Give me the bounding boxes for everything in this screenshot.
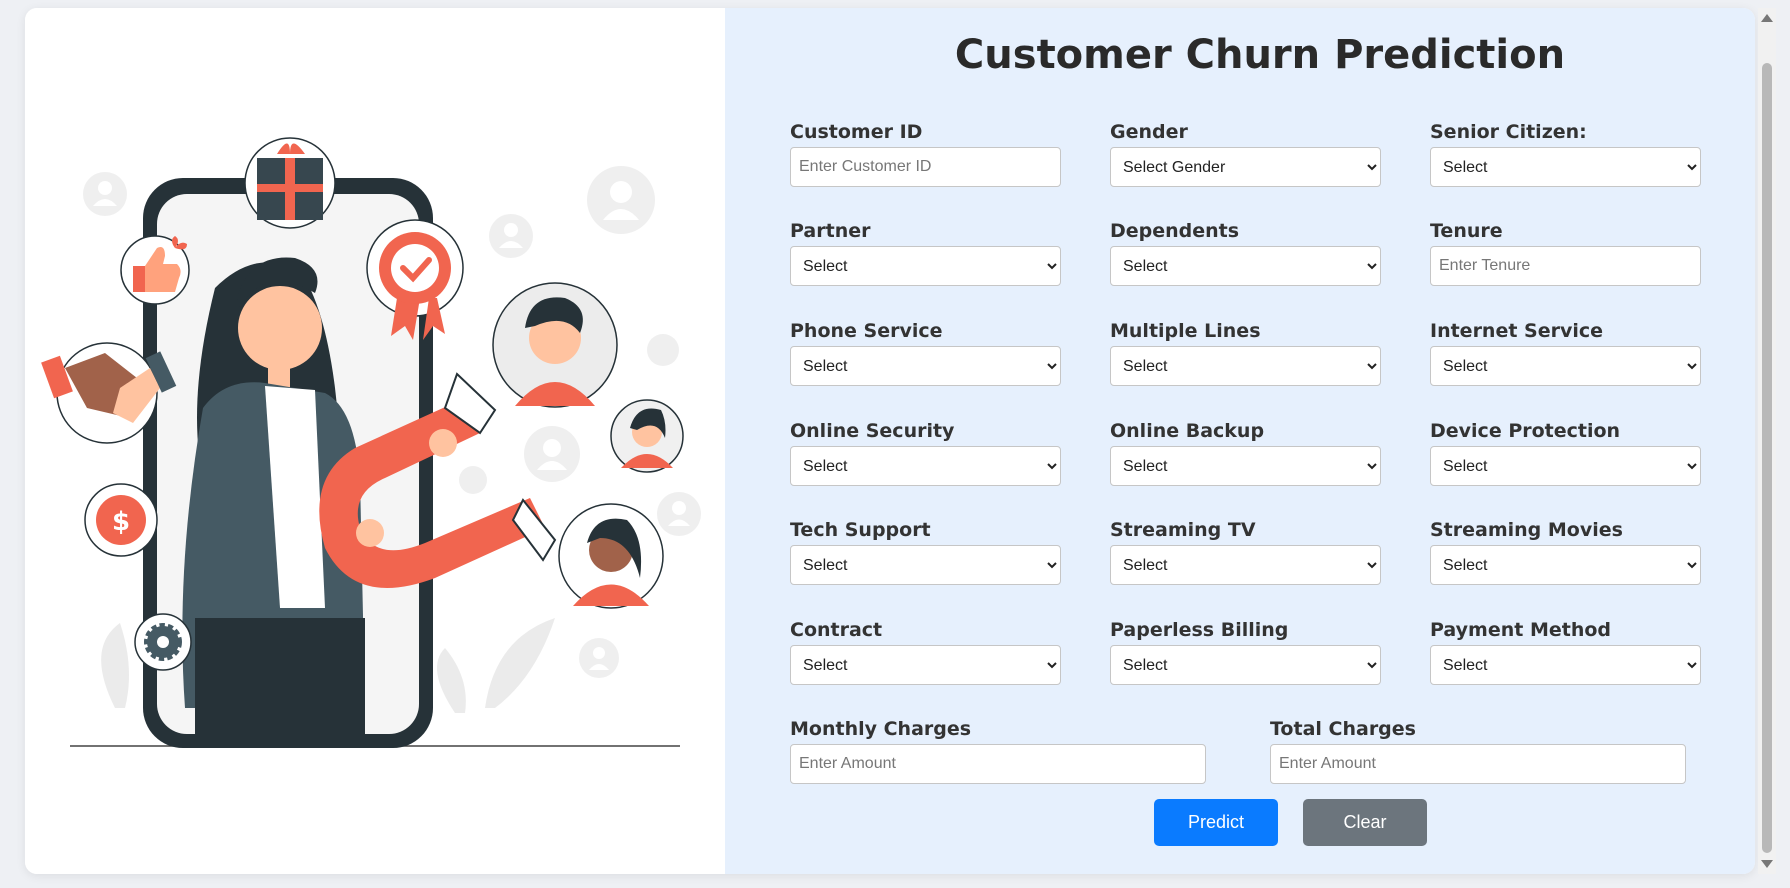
field-streaming-movies: Streaming Movies Select [1430,517,1701,585]
contract-select[interactable]: Select [790,645,1061,685]
gender-label: Gender [1110,121,1188,143]
monthly-charges-input[interactable] [790,744,1206,784]
multiple-lines-select[interactable]: Select [1110,346,1381,386]
payment-method-label: Payment Method [1430,619,1612,641]
senior-citizen-label: Senior Citizen: [1430,121,1587,143]
total-charges-label: Total Charges [1270,718,1416,740]
internet-service-select[interactable]: Select [1430,346,1701,386]
partner-select[interactable]: Select [790,246,1061,286]
field-senior-citizen: Senior Citizen: Select [1430,119,1701,187]
clear-button[interactable]: Clear [1303,799,1427,846]
multiple-lines-label: Multiple Lines [1110,320,1261,342]
streaming-tv-label: Streaming TV [1110,519,1256,541]
field-multiple-lines: Multiple Lines Select [1110,318,1381,386]
paperless-billing-label: Paperless Billing [1110,619,1289,641]
form-panel: Customer Churn Prediction Customer ID Gen… [725,8,1755,874]
illustration-panel: $ [25,8,725,874]
field-partner: Partner Select [790,218,1061,286]
tech-support-select[interactable]: Select [790,545,1061,585]
streaming-movies-label: Streaming Movies [1430,519,1623,541]
online-security-select[interactable]: Select [790,446,1061,486]
online-backup-select[interactable]: Select [1110,446,1381,486]
field-dependents: Dependents Select [1110,218,1381,286]
scrollbar-thumb[interactable] [1762,63,1772,853]
total-charges-input[interactable] [1270,744,1686,784]
field-phone-service: Phone Service Select [790,318,1061,386]
tenure-label: Tenure [1430,220,1503,242]
predict-button[interactable]: Predict [1154,799,1278,846]
field-internet-service: Internet Service Select [1430,318,1701,386]
streaming-tv-select[interactable]: Select [1110,545,1381,585]
tech-support-label: Tech Support [790,519,931,541]
field-payment-method: Payment Method Select [1430,617,1701,685]
partner-label: Partner [790,220,871,242]
payment-method-select[interactable]: Select [1430,645,1701,685]
page-title: Customer Churn Prediction [954,32,1566,78]
streaming-movies-select[interactable]: Select [1430,545,1701,585]
phone-service-label: Phone Service [790,320,943,342]
device-protection-label: Device Protection [1430,420,1621,442]
field-customer-id: Customer ID [790,119,1061,187]
monthly-charges-label: Monthly Charges [790,718,972,740]
field-device-protection: Device Protection Select [1430,418,1701,486]
online-backup-label: Online Backup [1110,420,1265,442]
field-online-backup: Online Backup Select [1110,418,1381,486]
customer-id-label: Customer ID [790,121,923,143]
scroll-up-arrow-icon[interactable] [1761,14,1773,22]
phone-service-select[interactable]: Select [790,346,1061,386]
svg-text:$: $ [112,507,130,537]
dependents-label: Dependents [1110,220,1240,242]
field-tenure: Tenure [1430,218,1701,286]
field-gender: Gender Select Gender [1110,119,1381,187]
field-paperless-billing: Paperless Billing Select [1110,617,1381,685]
contract-label: Contract [790,619,883,641]
field-contract: Contract Select [790,617,1061,685]
online-security-label: Online Security [790,420,955,442]
page-scrollbar[interactable] [1758,8,1776,874]
paperless-billing-select[interactable]: Select [1110,645,1381,685]
senior-citizen-select[interactable]: Select [1430,147,1701,187]
customer-attraction-illustration: $ [41,137,701,748]
device-protection-select[interactable]: Select [1430,446,1701,486]
field-streaming-tv: Streaming TV Select [1110,517,1381,585]
field-online-security: Online Security Select [790,418,1061,486]
internet-service-label: Internet Service [1430,320,1604,342]
dependents-select[interactable]: Select [1110,246,1381,286]
main-card: $ Customer Churn Prediction Customer ID G… [25,8,1755,874]
tenure-input[interactable] [1430,246,1701,286]
gender-select[interactable]: Select Gender [1110,147,1381,187]
field-total-charges: Total Charges [1270,716,1686,784]
field-tech-support: Tech Support Select [790,517,1061,585]
scroll-down-arrow-icon[interactable] [1761,860,1773,868]
customer-id-input[interactable] [790,147,1061,187]
field-monthly-charges: Monthly Charges [790,716,1206,784]
